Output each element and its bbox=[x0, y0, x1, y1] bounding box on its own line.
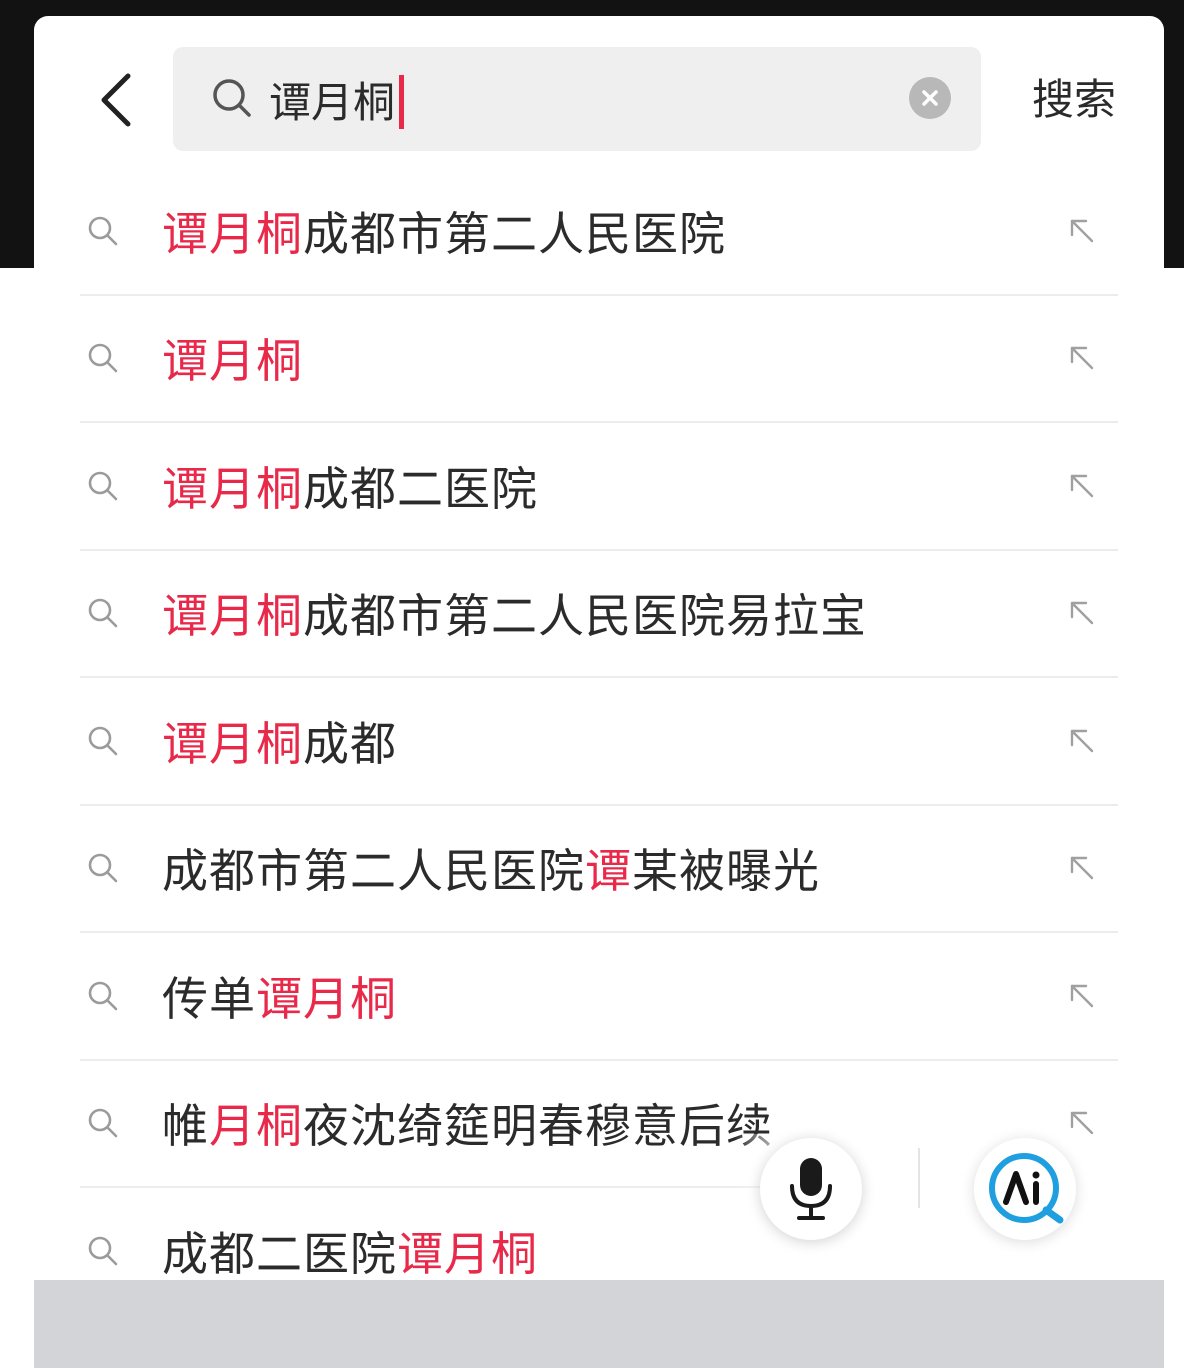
search-input[interactable] bbox=[269, 63, 889, 135]
arrow-up-left-icon[interactable] bbox=[1066, 470, 1098, 502]
suggestion-text: 成都二医院谭月桐 bbox=[162, 1218, 538, 1284]
suggestion-text: 谭月桐成都 bbox=[162, 708, 397, 774]
suggestion-text: 帷月桐夜沈绮筵明春穆意后续 bbox=[162, 1090, 773, 1156]
suggestion-text: 谭月桐成都市第二人民医院 bbox=[162, 198, 726, 264]
search-submit-button[interactable]: 搜索 bbox=[1024, 68, 1124, 132]
fab-divider bbox=[918, 1148, 920, 1208]
microphone-icon bbox=[790, 1158, 832, 1220]
text-caret bbox=[399, 75, 404, 129]
search-icon bbox=[88, 471, 118, 501]
search-icon bbox=[88, 343, 118, 373]
highlighted-text: 谭月桐 bbox=[162, 206, 303, 261]
search-box[interactable] bbox=[173, 47, 981, 151]
arrow-up-left-icon[interactable] bbox=[1066, 980, 1098, 1012]
search-icon bbox=[88, 981, 118, 1011]
plain-text: 成都市第二人民医院 bbox=[162, 844, 585, 899]
keyboard-area bbox=[34, 1280, 1164, 1368]
plain-text: 成都市第二人民医院易拉宝 bbox=[303, 589, 867, 644]
search-icon bbox=[88, 216, 118, 246]
clear-button[interactable] bbox=[909, 77, 951, 119]
suggestion-item[interactable]: 谭月桐 bbox=[80, 296, 1118, 423]
chevron-left-icon bbox=[101, 73, 131, 127]
suggestion-text: 传单谭月桐 bbox=[162, 963, 397, 1029]
plain-text: 传单 bbox=[162, 971, 256, 1026]
suggestion-item[interactable]: 成都市第二人民医院谭某被曝光 bbox=[80, 806, 1118, 933]
plain-text: 夜沈绮筵明春穆意后续 bbox=[303, 1099, 773, 1154]
highlighted-text: 谭月桐 bbox=[256, 971, 397, 1026]
plain-text: 某被曝光 bbox=[632, 844, 820, 899]
suggestion-text: 谭月桐成都二医院 bbox=[162, 453, 538, 519]
arrow-up-left-icon[interactable] bbox=[1066, 597, 1098, 629]
plain-text: 帷 bbox=[162, 1099, 209, 1154]
arrow-up-left-icon[interactable] bbox=[1066, 852, 1098, 884]
highlighted-text: 谭 bbox=[585, 844, 632, 899]
search-icon bbox=[88, 598, 118, 628]
plain-text: 成都市第二人民医院 bbox=[303, 206, 726, 261]
highlighted-text: 谭月桐 bbox=[397, 1226, 538, 1281]
arrow-up-left-icon[interactable] bbox=[1066, 342, 1098, 374]
arrow-up-left-icon[interactable] bbox=[1066, 215, 1098, 247]
highlighted-text: 谭月桐 bbox=[162, 461, 303, 516]
highlighted-text: 谭月桐 bbox=[162, 334, 303, 389]
suggestion-item[interactable]: 谭月桐成都二医院 bbox=[80, 423, 1118, 551]
clear-icon bbox=[922, 90, 938, 106]
highlighted-text: 谭月桐 bbox=[162, 716, 303, 771]
suggestion-item[interactable]: 传单谭月桐 bbox=[80, 933, 1118, 1061]
suggestion-item[interactable]: 谭月桐成都 bbox=[80, 678, 1118, 806]
plain-text: 成都 bbox=[303, 716, 397, 771]
plain-text: 成都二医院 bbox=[162, 1226, 397, 1281]
search-icon bbox=[88, 1108, 118, 1138]
search-icon bbox=[88, 1236, 118, 1266]
highlighted-text: 月桐 bbox=[209, 1099, 303, 1154]
search-icon bbox=[211, 77, 253, 119]
highlighted-text: 谭月桐 bbox=[162, 589, 303, 644]
suggestion-text: 谭月桐 bbox=[162, 325, 303, 391]
suggestion-item[interactable]: 谭月桐成都市第二人民医院易拉宝 bbox=[80, 551, 1118, 678]
arrow-up-left-icon[interactable] bbox=[1066, 725, 1098, 757]
plain-text: 成都二医院 bbox=[303, 461, 538, 516]
suggestion-text: 谭月桐成都市第二人民医院易拉宝 bbox=[162, 580, 867, 646]
ai-search-button[interactable] bbox=[974, 1138, 1076, 1240]
search-icon bbox=[88, 726, 118, 756]
suggestion-item[interactable]: 谭月桐成都市第二人民医院 bbox=[80, 168, 1118, 296]
ai-logo-icon bbox=[989, 1153, 1064, 1224]
suggestion-text: 成都市第二人民医院谭某被曝光 bbox=[162, 835, 820, 901]
search-icon bbox=[88, 853, 118, 883]
voice-search-button[interactable] bbox=[760, 1138, 862, 1240]
back-button[interactable] bbox=[86, 68, 146, 132]
search-header: 搜索 bbox=[34, 16, 1164, 184]
